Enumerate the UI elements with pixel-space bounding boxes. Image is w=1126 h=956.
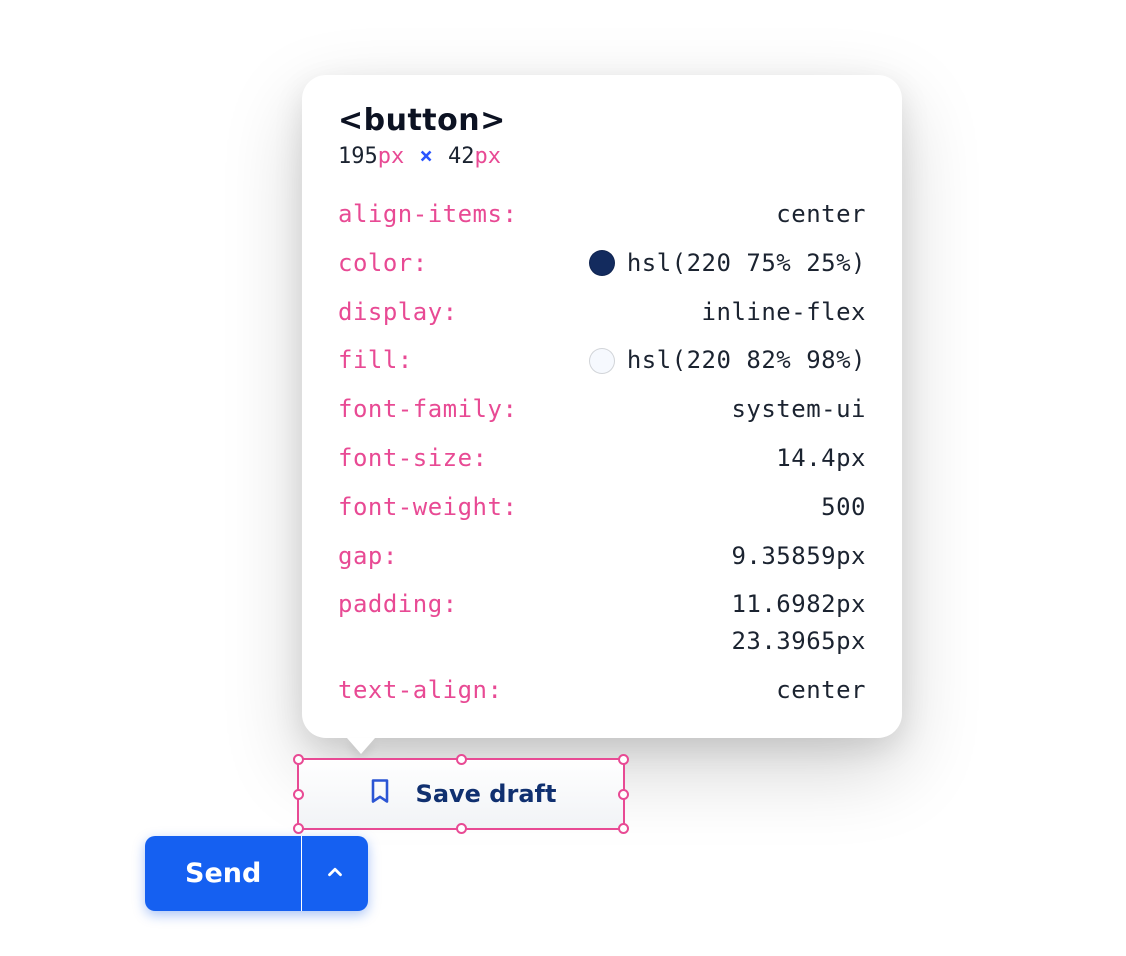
css-property-name: padding: xyxy=(338,587,458,622)
inspected-tag: <button> xyxy=(338,103,866,138)
height-value: 42 xyxy=(448,144,475,169)
css-property-row: font-family: system-ui xyxy=(338,392,866,427)
css-property-value: 14.4px xyxy=(776,441,866,476)
send-split-button: Send xyxy=(145,836,368,911)
color-swatch xyxy=(589,250,615,276)
chevron-up-icon xyxy=(324,861,346,886)
css-property-name: font-weight: xyxy=(338,490,517,525)
css-property-name: align-items: xyxy=(338,197,517,232)
css-property-value: hsl(220 75% 25%) xyxy=(589,246,866,281)
css-property-name: font-family: xyxy=(338,392,517,427)
css-property-row: display: inline-flex xyxy=(338,295,866,330)
css-property-value: center xyxy=(776,673,866,708)
css-property-name: fill: xyxy=(338,343,413,378)
css-property-value: hsl(220 82% 98%) xyxy=(589,343,866,378)
send-label: Send xyxy=(185,858,261,889)
css-property-value: system-ui xyxy=(731,392,866,427)
css-property-value: center xyxy=(776,197,866,232)
selected-element-wrapper: Save draft xyxy=(297,758,625,830)
css-property-row: align-items: center xyxy=(338,197,866,232)
save-draft-label: Save draft xyxy=(416,780,557,808)
css-property-row: text-align: center xyxy=(338,673,866,708)
css-property-value: 500 xyxy=(821,490,866,525)
css-property-row: fill: hsl(220 82% 98%) xyxy=(338,343,866,378)
css-property-row: font-size: 14.4px xyxy=(338,441,866,476)
width-unit: px xyxy=(378,144,405,169)
css-property-name: display: xyxy=(338,295,458,330)
inspected-dimensions: 195px × 42px xyxy=(338,144,866,169)
bookmark-icon xyxy=(366,777,394,811)
css-property-row: gap: 9.35859px xyxy=(338,539,866,574)
css-property-value: inline-flex xyxy=(702,295,866,330)
height-unit: px xyxy=(475,144,502,169)
send-more-button[interactable] xyxy=(302,836,368,911)
css-property-name: color: xyxy=(338,246,428,281)
css-property-name: text-align: xyxy=(338,673,502,708)
css-properties-list: align-items: center color: hsl(220 75% 25%)… xyxy=(338,197,866,708)
width-value: 195 xyxy=(338,144,378,169)
css-property-value: 9.35859px xyxy=(731,539,866,574)
css-property-row: font-weight: 500 xyxy=(338,490,866,525)
css-property-row: color: hsl(220 75% 25%) xyxy=(338,246,866,281)
css-property-name: font-size: xyxy=(338,441,488,476)
color-swatch xyxy=(589,348,615,374)
css-property-row: padding: 11.6982px23.3965px xyxy=(338,587,866,659)
send-button[interactable]: Send xyxy=(145,836,301,911)
save-draft-button[interactable]: Save draft xyxy=(297,758,625,830)
css-property-value: 11.6982px23.3965px xyxy=(731,587,866,659)
css-property-name: gap: xyxy=(338,539,398,574)
dimensions-times: × xyxy=(418,144,435,169)
element-inspector-tooltip: <button> 195px × 42px align-items:center… xyxy=(302,75,902,738)
